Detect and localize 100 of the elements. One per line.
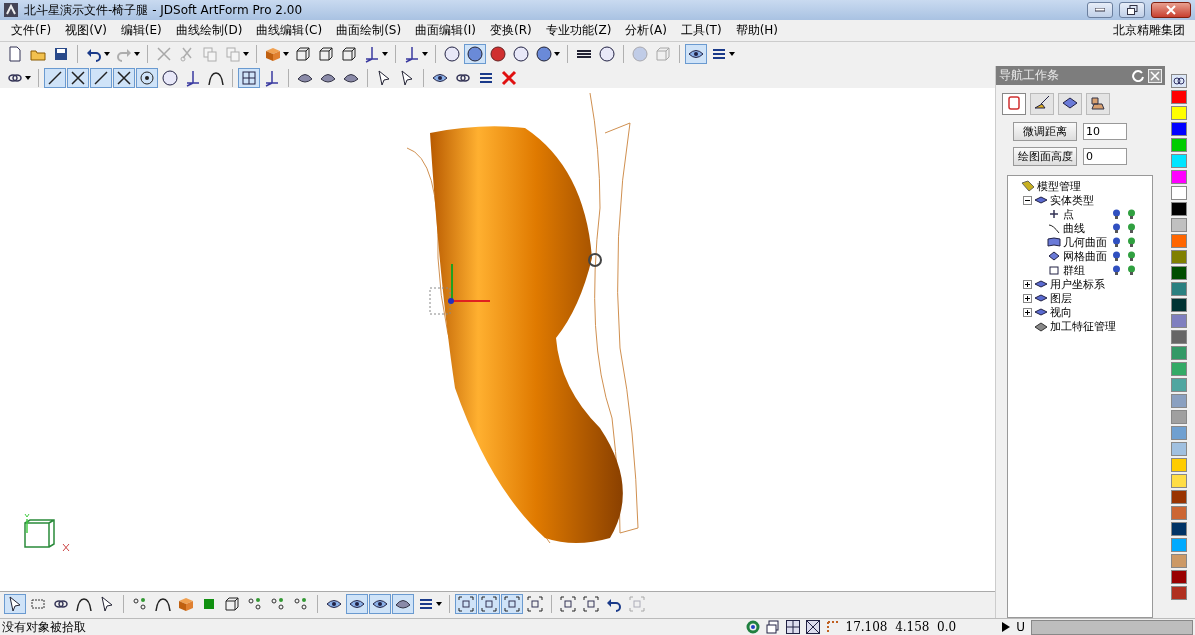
color-swatch[interactable] (1171, 282, 1187, 296)
toolbar-button[interactable] (510, 44, 532, 64)
toolbar-button[interactable] (346, 594, 368, 614)
color-swatch[interactable] (1171, 186, 1187, 200)
color-swatch[interactable] (1171, 490, 1187, 504)
color-swatch[interactable] (1171, 122, 1187, 136)
tree-item-label[interactable]: 曲线 (1063, 220, 1085, 236)
color-swatch[interactable] (1171, 586, 1187, 600)
menu-item[interactable]: 分析(A) (618, 22, 674, 39)
tree-item-label[interactable]: 几何曲面 (1063, 234, 1107, 250)
value-field[interactable]: 0 (1083, 148, 1127, 165)
toolbar-button[interactable] (44, 68, 66, 88)
expand-icon[interactable] (1023, 279, 1032, 289)
color-swatch[interactable] (1171, 154, 1187, 168)
color-swatch[interactable] (1171, 506, 1187, 520)
panel-tab[interactable] (1002, 93, 1026, 115)
menu-item[interactable]: 文件(F) (4, 22, 59, 39)
toolbar-button[interactable] (136, 68, 158, 88)
color-swatch[interactable] (1171, 298, 1187, 312)
toolbar-button[interactable] (90, 68, 112, 88)
tree-item-label[interactable]: 视向 (1050, 304, 1072, 320)
lightbulb-icon[interactable] (1112, 250, 1121, 262)
color-swatch[interactable] (1171, 234, 1187, 248)
setting-button[interactable]: 绘图面高度 (1013, 147, 1077, 166)
menu-item[interactable]: 曲面绘制(S) (329, 22, 409, 39)
color-swatch[interactable] (1171, 170, 1187, 184)
value-field[interactable]: 10 (1083, 123, 1127, 140)
crosshair-icon[interactable] (785, 620, 800, 634)
palette-icon[interactable] (1171, 74, 1187, 88)
toolbar-button[interactable] (487, 44, 509, 64)
toolbar-button[interactable] (685, 44, 707, 64)
tree-item-label[interactable]: 点 (1063, 206, 1074, 222)
toolbar-button[interactable] (369, 594, 391, 614)
pages-icon[interactable] (765, 620, 780, 634)
menu-item[interactable]: 曲面编辑(I) (408, 22, 484, 39)
color-swatch[interactable] (1171, 394, 1187, 408)
chair-leg-drawing[interactable] (406, 92, 639, 544)
play-icon[interactable] (1002, 622, 1011, 632)
close-icon[interactable] (1148, 68, 1162, 83)
menu-item[interactable]: 编辑(E) (113, 22, 169, 39)
lightbulb-icon[interactable] (1112, 222, 1121, 234)
toolbar-button[interactable] (159, 68, 181, 88)
lightbulb-icon[interactable] (1127, 208, 1136, 220)
menu-item[interactable]: 变换(R) (483, 22, 539, 39)
color-swatch[interactable] (1171, 522, 1187, 536)
color-swatch[interactable] (1171, 250, 1187, 264)
color-swatch[interactable] (1171, 458, 1187, 472)
collapse-icon[interactable] (1023, 195, 1032, 205)
recycle-icon[interactable] (745, 620, 760, 634)
menu-item[interactable]: 帮助(H) (728, 22, 785, 39)
color-swatch[interactable] (1171, 138, 1187, 152)
tree-item-label[interactable]: 图层 (1050, 290, 1072, 306)
color-swatch[interactable] (1171, 442, 1187, 456)
lightbulb-icon[interactable] (1127, 250, 1136, 262)
toolbar-button[interactable] (238, 68, 260, 88)
minimize-button[interactable] (1087, 2, 1113, 18)
tree-item-label[interactable]: 群组 (1063, 262, 1085, 278)
viewport-canvas[interactable] (0, 88, 995, 592)
toolbar-button[interactable] (596, 44, 618, 64)
panel-tab[interactable] (1058, 93, 1082, 115)
color-swatch[interactable] (1171, 426, 1187, 440)
color-swatch[interactable] (1171, 266, 1187, 280)
color-swatch[interactable] (1171, 570, 1187, 584)
lightbulb-icon[interactable] (1112, 236, 1121, 248)
toolbar-button[interactable] (533, 44, 562, 64)
lightbulb-icon[interactable] (1127, 222, 1136, 234)
tree-item-label[interactable]: 模型管理 (1037, 178, 1081, 194)
setting-button[interactable]: 微调距离 (1013, 122, 1077, 141)
restore-button[interactable] (1119, 2, 1145, 18)
color-swatch[interactable] (1171, 554, 1187, 568)
menu-item[interactable]: 曲线编辑(C) (249, 22, 330, 39)
toolbar-button[interactable] (392, 594, 414, 614)
lightbulb-icon[interactable] (1112, 208, 1121, 220)
panel-tab[interactable] (1086, 93, 1110, 115)
tree-item-label[interactable]: 实体类型 (1050, 192, 1094, 208)
color-swatch[interactable] (1171, 538, 1187, 552)
lightbulb-icon[interactable] (1127, 236, 1136, 248)
tree-item-label[interactable]: 用户坐标系 (1050, 276, 1105, 292)
menu-item[interactable]: 工具(T) (673, 22, 729, 39)
color-swatch[interactable] (1171, 346, 1187, 360)
color-swatch[interactable] (1171, 106, 1187, 120)
menu-item[interactable]: 视图(V) (58, 22, 114, 39)
lightbulb-icon[interactable] (1112, 264, 1121, 276)
toolbar-button[interactable] (441, 44, 463, 64)
menu-item[interactable]: 曲线绘制(D) (168, 22, 250, 39)
color-swatch[interactable] (1171, 362, 1187, 376)
toolbar-button[interactable] (464, 44, 486, 64)
expand-icon[interactable] (1023, 307, 1032, 317)
color-swatch[interactable] (1171, 90, 1187, 104)
color-swatch[interactable] (1171, 218, 1187, 232)
menu-item[interactable]: 专业功能(Z) (538, 22, 619, 39)
refresh-icon[interactable] (1132, 69, 1144, 82)
tree-item-label[interactable]: 加工特征管理 (1050, 318, 1116, 334)
grid-icon[interactable] (805, 620, 820, 634)
expand-icon[interactable] (1023, 293, 1032, 303)
color-swatch[interactable] (1171, 202, 1187, 216)
color-swatch[interactable] (1171, 378, 1187, 392)
color-swatch[interactable] (1171, 330, 1187, 344)
color-swatch[interactable] (1171, 314, 1187, 328)
color-swatch[interactable] (1171, 410, 1187, 424)
